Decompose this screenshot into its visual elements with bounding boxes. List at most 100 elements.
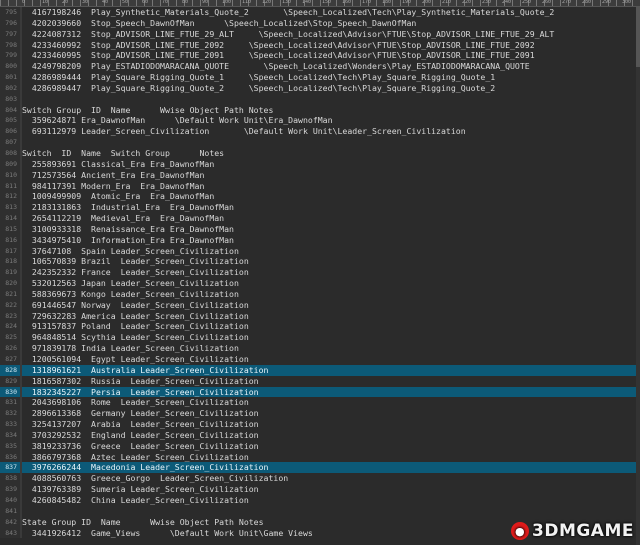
line-text[interactable]: 691446547 Norway Leader_Screen_Civilizat… <box>22 300 640 311</box>
text-line[interactable]: 839 4139763389 Sumeria Leader_Screen_Civ… <box>0 484 640 495</box>
selected-text-line[interactable]: 830 1832345227 Persia Leader_Screen_Civi… <box>0 386 640 398</box>
text-line[interactable]: 816 3434975410 Information_Era Era_Dawno… <box>0 234 640 246</box>
text-line[interactable]: 798 4233460992 Stop_ADVISOR_LINE_FTUE_20… <box>0 39 640 51</box>
line-text[interactable]: 532012563 Japan Leader_Screen_Civilizati… <box>22 278 640 289</box>
text-line[interactable]: 806 693112979 Leader_Screen_Civilization… <box>0 126 640 138</box>
text-line[interactable]: 810 712573564 Ancient_Era Era_DawnofMan <box>0 169 640 181</box>
line-text[interactable]: 4249798209 Play_ESTADIODOMARACANA_QUOTE … <box>22 61 640 72</box>
text-line[interactable]: 822 691446547 Norway Leader_Screen_Civil… <box>0 299 640 311</box>
line-text[interactable]: 2654112219 Medieval_Era Era_DawnofMan <box>22 213 640 224</box>
text-line[interactable]: 840 4260845482 China Leader_Screen_Civil… <box>0 494 640 506</box>
line-text[interactable]: 729632283 America Leader_Screen_Civiliza… <box>22 311 640 322</box>
line-text[interactable]: 964848514 Scythia Leader_Screen_Civiliza… <box>22 332 640 343</box>
text-line[interactable]: 825 964848514 Scythia Leader_Screen_Civi… <box>0 332 640 344</box>
text-line[interactable]: 808 Switch ID Name Switch Group Notes <box>0 147 640 159</box>
line-text[interactable]: 3819233736 Greece Leader_Screen_Civiliza… <box>22 441 640 452</box>
scrollbar-thumb[interactable] <box>636 7 640 67</box>
line-text[interactable]: 1009499909 Atomic_Era Era_DawnofMan <box>22 191 640 202</box>
text-line[interactable]: 796 4202039660 Stop_Speech_DawnOfMan \Sp… <box>0 17 640 29</box>
line-text[interactable]: 4233460992 Stop_ADVISOR_LINE_FTUE_2092 \… <box>22 40 640 51</box>
text-line[interactable]: 823 729632283 America Leader_Screen_Civi… <box>0 310 640 322</box>
line-text[interactable]: 693112979 Leader_Screen_Civilization \De… <box>22 126 640 137</box>
line-text[interactable]: 3434975410 Information_Era Era_DawnofMan <box>22 235 640 246</box>
line-text[interactable]: 2043698106 Rome Leader_Screen_Civilizati… <box>22 397 640 408</box>
line-text[interactable]: Switch ID Name Switch Group Notes <box>22 148 640 159</box>
text-line[interactable]: 811 984117391 Modern_Era Era_DawnofMan <box>0 180 640 192</box>
line-text[interactable] <box>22 94 640 105</box>
line-text[interactable]: Switch Group ID Name Wwise Object Path N… <box>22 105 640 116</box>
text-line[interactable]: 820 532012563 Japan Leader_Screen_Civili… <box>0 278 640 289</box>
text-line[interactable]: 834 3703292532 England Leader_Screen_Civ… <box>0 429 640 441</box>
line-text[interactable]: 3254137207 Arabia Leader_Screen_Civiliza… <box>22 419 640 430</box>
line-text[interactable]: 3703292532 England Leader_Screen_Civiliz… <box>22 430 640 441</box>
line-number: 816 <box>0 234 20 246</box>
text-line[interactable]: 832 2896613368 Germany Leader_Screen_Civ… <box>0 408 640 420</box>
line-text[interactable] <box>22 506 640 517</box>
text-line[interactable]: 801 4286989444 Play_Square_Rigging_Quote… <box>0 72 640 83</box>
selected-text-line[interactable]: 828 1318961621 Australia Leader_Screen_C… <box>0 364 640 376</box>
text-line[interactable]: 814 2654112219 Medieval_Era Era_DawnofMa… <box>0 213 640 224</box>
line-text[interactable]: 1200561094 Egypt Leader_Screen_Civilizat… <box>22 354 640 365</box>
text-line[interactable]: 800 4249798209 Play_ESTADIODOMARACANA_QU… <box>0 61 640 73</box>
text-line[interactable]: 817 37647108 Spain Leader_Screen_Civiliz… <box>0 245 640 257</box>
text-line[interactable]: 805 359624871 Era_DawnofMan \Default Wor… <box>0 115 640 127</box>
line-text[interactable]: 242352332 France Leader_Screen_Civilizat… <box>22 267 640 278</box>
text-line[interactable]: 795 4167198246 Play_Synthetic_Materials_… <box>0 7 640 18</box>
text-line[interactable]: 841 <box>0 505 640 517</box>
line-text[interactable]: 971839178 India Leader_Screen_Civilizati… <box>22 343 640 354</box>
line-text[interactable]: 1816587302 Russia Leader_Screen_Civiliza… <box>22 376 640 387</box>
line-text[interactable]: 4286989444 Play_Square_Rigging_Quote_1 \… <box>22 72 640 83</box>
text-line[interactable]: 818 106570839 Brazil Leader_Screen_Civil… <box>0 256 640 268</box>
line-text[interactable]: 4233460995 Stop_ADVISOR_LINE_FTUE_2091 \… <box>22 50 640 61</box>
vertical-scrollbar[interactable] <box>636 7 640 545</box>
line-text[interactable]: 106570839 Brazil Leader_Screen_Civilizat… <box>22 256 640 267</box>
text-line[interactable]: 804 Switch Group ID Name Wwise Object Pat… <box>0 104 640 116</box>
line-text[interactable]: 359624871 Era_DawnofMan \Default Work Un… <box>22 115 640 126</box>
line-text[interactable]: 3100933318 Renaissance_Era Era_DawnofMan <box>22 224 640 235</box>
text-line[interactable]: 826 971839178 India Leader_Screen_Civili… <box>0 343 640 354</box>
line-text[interactable]: 984117391 Modern_Era Era_DawnofMan <box>22 181 640 192</box>
line-text[interactable]: 2896613368 Germany Leader_Screen_Civiliz… <box>22 408 640 419</box>
text-line[interactable]: 824 913157837 Poland Leader_Screen_Civil… <box>0 321 640 333</box>
line-text[interactable]: 4224087312 Stop_ADVISOR_LINE_FTUE_29_ALT… <box>22 29 640 40</box>
text-line[interactable]: 803 <box>0 93 640 105</box>
line-text[interactable]: 2183131863 Industrial_Era Era_DawnofMan <box>22 202 640 213</box>
text-line[interactable]: 819 242352332 France Leader_Screen_Civil… <box>0 267 640 279</box>
selected-text-line[interactable]: 837 3976266244 Macedonia Leader_Screen_C… <box>0 462 640 474</box>
line-text[interactable] <box>22 137 640 148</box>
line-text[interactable]: 4139763389 Sumeria Leader_Screen_Civiliz… <box>22 484 640 495</box>
line-text[interactable]: 4286989447 Play_Square_Rigging_Quote_2 \… <box>22 83 640 94</box>
line-text[interactable]: 4088560763 Greece_Gorgo Leader_Screen_Ci… <box>22 473 640 484</box>
line-text[interactable]: 255893691 Classical_Era Era_DawnofMan <box>22 159 640 170</box>
text-line[interactable]: 827 1200561094 Egypt Leader_Screen_Civil… <box>0 354 640 365</box>
line-text[interactable]: 4260845482 China Leader_Screen_Civilizat… <box>22 495 640 506</box>
text-editor[interactable]: 795 4167198246 Play_Synthetic_Materials_… <box>0 7 640 545</box>
line-text[interactable]: 37647108 Spain Leader_Screen_Civilizatio… <box>22 246 640 257</box>
text-line[interactable]: 836 3866797368 Aztec Leader_Screen_Civil… <box>0 451 640 463</box>
text-line[interactable]: 813 2183131863 Industrial_Era Era_Dawnof… <box>0 202 640 214</box>
text-line[interactable]: 799 4233460995 Stop_ADVISOR_LINE_FTUE_20… <box>0 50 640 62</box>
line-number: 838 <box>0 473 20 485</box>
line-text[interactable]: 3866797368 Aztec Leader_Screen_Civilizat… <box>22 452 640 463</box>
line-text[interactable]: 3976266244 Macedonia Leader_Screen_Civil… <box>22 462 640 474</box>
text-line[interactable]: 829 1816587302 Russia Leader_Screen_Civi… <box>0 375 640 387</box>
text-line[interactable]: 802 4286989447 Play_Square_Rigging_Quote… <box>0 82 640 94</box>
text-line[interactable]: 833 3254137207 Arabia Leader_Screen_Civi… <box>0 419 640 430</box>
text-line[interactable]: 838 4088560763 Greece_Gorgo Leader_Scree… <box>0 473 640 485</box>
text-line[interactable]: 809 255893691 Classical_Era Era_DawnofMa… <box>0 158 640 170</box>
text-line[interactable]: 821 588369673 Kongo Leader_Screen_Civili… <box>0 288 640 300</box>
text-line[interactable]: 815 3100933318 Renaissance_Era Era_Dawno… <box>0 223 640 235</box>
line-text[interactable]: 1832345227 Persia Leader_Screen_Civiliza… <box>22 386 640 398</box>
line-text[interactable]: 712573564 Ancient_Era Era_DawnofMan <box>22 170 640 181</box>
line-text[interactable]: 4202039660 Stop_Speech_DawnOfMan \Speech… <box>22 18 640 29</box>
text-line[interactable]: 835 3819233736 Greece Leader_Screen_Civi… <box>0 440 640 452</box>
line-number: 795 <box>0 7 20 18</box>
line-text[interactable]: 4167198246 Play_Synthetic_Materials_Quot… <box>22 7 640 18</box>
text-line[interactable]: 831 2043698106 Rome Leader_Screen_Civili… <box>0 397 640 409</box>
text-line[interactable]: 807 <box>0 137 640 148</box>
line-text[interactable]: 588369673 Kongo Leader_Screen_Civilizati… <box>22 289 640 300</box>
text-line[interactable]: 797 4224087312 Stop_ADVISOR_LINE_FTUE_29… <box>0 28 640 40</box>
text-line[interactable]: 812 1009499909 Atomic_Era Era_DawnofMan <box>0 191 640 203</box>
line-text[interactable]: 1318961621 Australia Leader_Screen_Civil… <box>22 364 640 376</box>
line-text[interactable]: 913157837 Poland Leader_Screen_Civilizat… <box>22 321 640 332</box>
